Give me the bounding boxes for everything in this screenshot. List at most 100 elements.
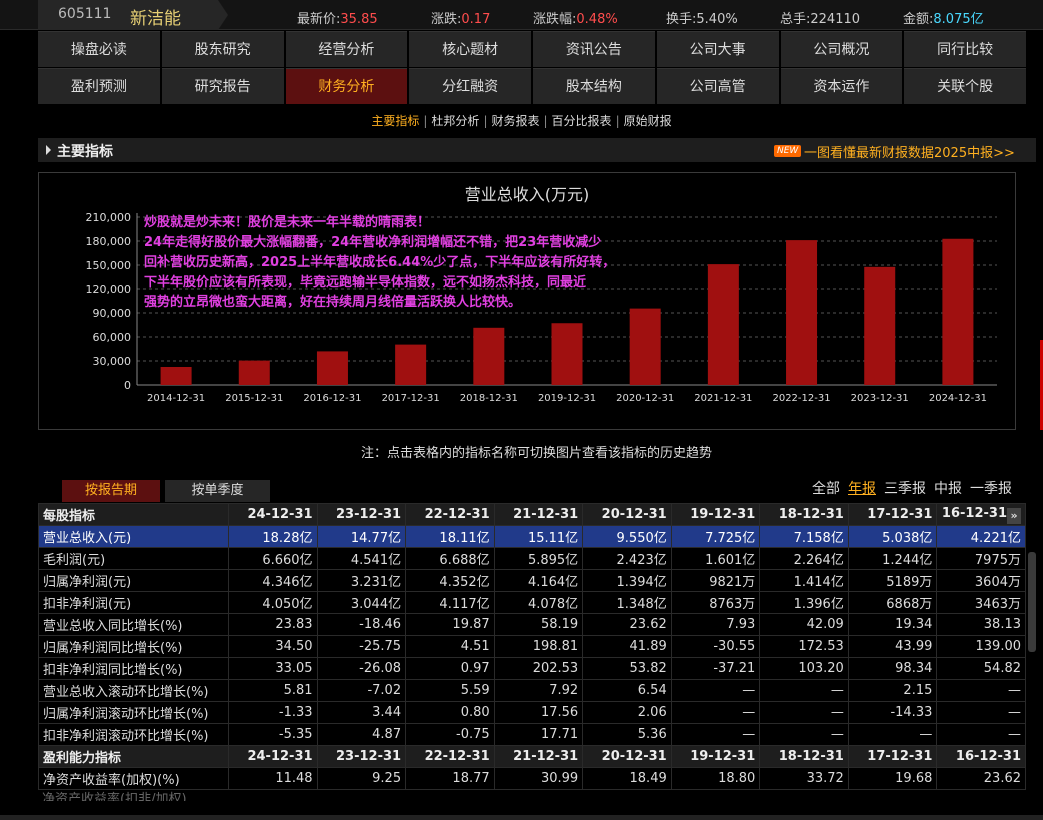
table-cell: -5.35: [228, 723, 318, 746]
sub-nav: 主要指标 | 杜邦分析 | 财务报表 | 百分比报表 | 原始财报: [0, 112, 1043, 129]
nav-row2-item-5[interactable]: 公司高管: [656, 68, 779, 104]
table-cell: -0.75: [405, 723, 495, 746]
table-cell: -25.75: [316, 635, 407, 658]
tab-by-report-period[interactable]: 按报告期: [62, 480, 160, 502]
indicator-name[interactable]: 营业总收入同比增长(%): [38, 613, 229, 636]
overlay-line: 炒股就是炒未来！股价是未来一年半载的晴雨表！: [144, 215, 431, 230]
table-cell: 1.414亿: [759, 569, 849, 592]
stock-name: 新洁能: [130, 9, 181, 29]
period-filter: 全部 年报 三季报 中报 一季报: [812, 478, 1020, 498]
price-change-pct: 涨跌幅:0.48%: [533, 12, 618, 27]
subnav-item-0[interactable]: 主要指标: [371, 112, 419, 129]
nav-row2-item-1[interactable]: 研究报告: [161, 68, 284, 104]
table-cell: 42.09: [759, 613, 849, 636]
column-header: 20-12-31: [582, 745, 672, 768]
comment-overlay: 炒股就是炒未来！股价是未来一年半载的晴雨表！ 24年走得好股价最大涨幅翻番，24年…: [144, 213, 704, 313]
indicator-name[interactable]: 营业总收入滚动环比增长(%): [38, 679, 229, 702]
bar-2022-12-31: [786, 240, 818, 385]
nav-row2-item-3[interactable]: 分红融资: [409, 68, 531, 104]
table-cell: -14.33: [847, 701, 938, 724]
table-cell: 8763万: [670, 591, 761, 614]
table-cell: 43.99: [847, 635, 938, 658]
table-scrollbar[interactable]: [1028, 552, 1036, 652]
chart-note: 注：点击表格内的指标名称可切换图片查看该指标的历史趋势: [360, 446, 712, 461]
indicator-name[interactable]: 归属净利润同比增长(%): [38, 635, 229, 658]
table-cell: 139.00: [936, 635, 1026, 658]
group-title: 盈利能力指标: [38, 745, 229, 768]
table-cell: 4.221亿: [936, 525, 1026, 548]
table-row: 扣非净利润同比增长(%) 33.05 -26.08 0.97 202.53 53.82 -3…: [38, 657, 1026, 680]
indicator-name[interactable]: 扣非净利润同比增长(%): [38, 657, 229, 680]
table-cell: 7975万: [936, 547, 1026, 570]
nav-row2-item-0[interactable]: 盈利预测: [38, 68, 160, 104]
table-cell: 19.87: [405, 613, 495, 636]
table-cell: 1.244亿: [847, 547, 938, 570]
nav-row1-item-0[interactable]: 操盘必读: [38, 31, 160, 67]
table-row: 归属净利润同比增长(%) 34.50 -25.75 4.51 198.81 41.89 -3…: [38, 635, 1026, 658]
tab-by-single-quarter[interactable]: 按单季度: [165, 480, 270, 502]
table-cell: 6.660亿: [228, 547, 318, 570]
table-cell: 7.92: [493, 679, 584, 702]
period-1[interactable]: 年报: [848, 481, 876, 497]
table-cell: 198.81: [493, 635, 584, 658]
nav-row2-item-2[interactable]: 财务分析: [285, 68, 408, 104]
column-header: 19-12-31: [670, 745, 761, 768]
nav-row1-item-1[interactable]: 股东研究: [161, 31, 284, 67]
bar-2018-12-31: [473, 327, 505, 385]
table-cell: 17.71: [493, 723, 584, 746]
table-cell: 4.346亿: [228, 569, 318, 592]
nav-row1-item-4[interactable]: 资讯公告: [533, 31, 655, 67]
nav-row2-item-4[interactable]: 股本结构: [533, 68, 655, 104]
period-2[interactable]: 三季报: [884, 481, 926, 497]
subnav-separator: |: [615, 114, 620, 128]
indicator-name[interactable]: 归属净利润滚动环比增长(%): [38, 701, 229, 724]
period-3[interactable]: 中报: [934, 481, 962, 497]
table-cell: 18.77: [405, 767, 495, 790]
stock-id-box: 605111 新洁能: [38, 0, 228, 30]
indicator-name[interactable]: 毛利润(元): [38, 547, 229, 570]
indicator-name[interactable]: 营业总收入(元): [38, 525, 229, 548]
subnav-item-3[interactable]: 百分比报表: [552, 112, 612, 129]
nav-row1-item-3[interactable]: 核心题材: [409, 31, 531, 67]
bar-2024-12-31: [942, 238, 974, 385]
table-cell: 0.80: [405, 701, 495, 724]
x-tick-label: 2020-12-31: [616, 393, 674, 404]
table-cell: 6.54: [582, 679, 672, 702]
table-cell: -7.02: [316, 679, 407, 702]
table-cell: 18.49: [582, 767, 672, 790]
y-tick-label: 90,000: [93, 307, 132, 320]
subnav-separator: |: [543, 114, 548, 128]
table-cell: 2.06: [582, 701, 672, 724]
stock-code: 605111: [58, 6, 112, 22]
table-cell: 18.11亿: [405, 525, 495, 548]
subnav-item-4[interactable]: 原始财报: [624, 112, 672, 129]
table-cell: 6868万: [847, 591, 938, 614]
nav-row2-item-6[interactable]: 资本运作: [780, 68, 903, 104]
nav-row2-item-7[interactable]: 关联个股: [904, 68, 1026, 104]
y-tick-label: 210,000: [86, 211, 132, 224]
table-cell: 33.72: [759, 767, 849, 790]
table-cell: 4.541亿: [316, 547, 407, 570]
table-cell: —: [759, 701, 849, 724]
table-cell: 1.601亿: [670, 547, 761, 570]
column-header: 17-12-31: [847, 503, 938, 526]
subnav-item-1[interactable]: 杜邦分析: [431, 112, 479, 129]
indicator-name[interactable]: 扣非净利润滚动环比增长(%): [38, 723, 229, 746]
bar-2023-12-31: [864, 266, 896, 385]
indicator-name[interactable]: 净资产收益率(加权)(%): [38, 767, 229, 790]
financial-report-link[interactable]: 一图看懂最新财报数据2025中报>>: [804, 142, 1015, 161]
subnav-item-2[interactable]: 财务报表: [491, 112, 539, 129]
table-cell: 5189万: [847, 569, 938, 592]
indicator-name[interactable]: 扣非净利润(元): [38, 591, 229, 614]
more-columns-icon[interactable]: »: [1007, 507, 1021, 524]
table-cell: —: [670, 723, 761, 746]
nav-row1-item-2[interactable]: 经营分析: [285, 31, 408, 67]
nav-row1-item-7[interactable]: 同行比较: [904, 31, 1026, 67]
nav-row1-item-6[interactable]: 公司概况: [780, 31, 903, 67]
table-cell: —: [936, 679, 1026, 702]
indicator-name[interactable]: 归属净利润(元): [38, 569, 229, 592]
subnav-separator: |: [423, 114, 428, 128]
nav-row1-item-5[interactable]: 公司大事: [656, 31, 779, 67]
period-0[interactable]: 全部: [812, 481, 840, 497]
period-4[interactable]: 一季报: [970, 481, 1012, 497]
